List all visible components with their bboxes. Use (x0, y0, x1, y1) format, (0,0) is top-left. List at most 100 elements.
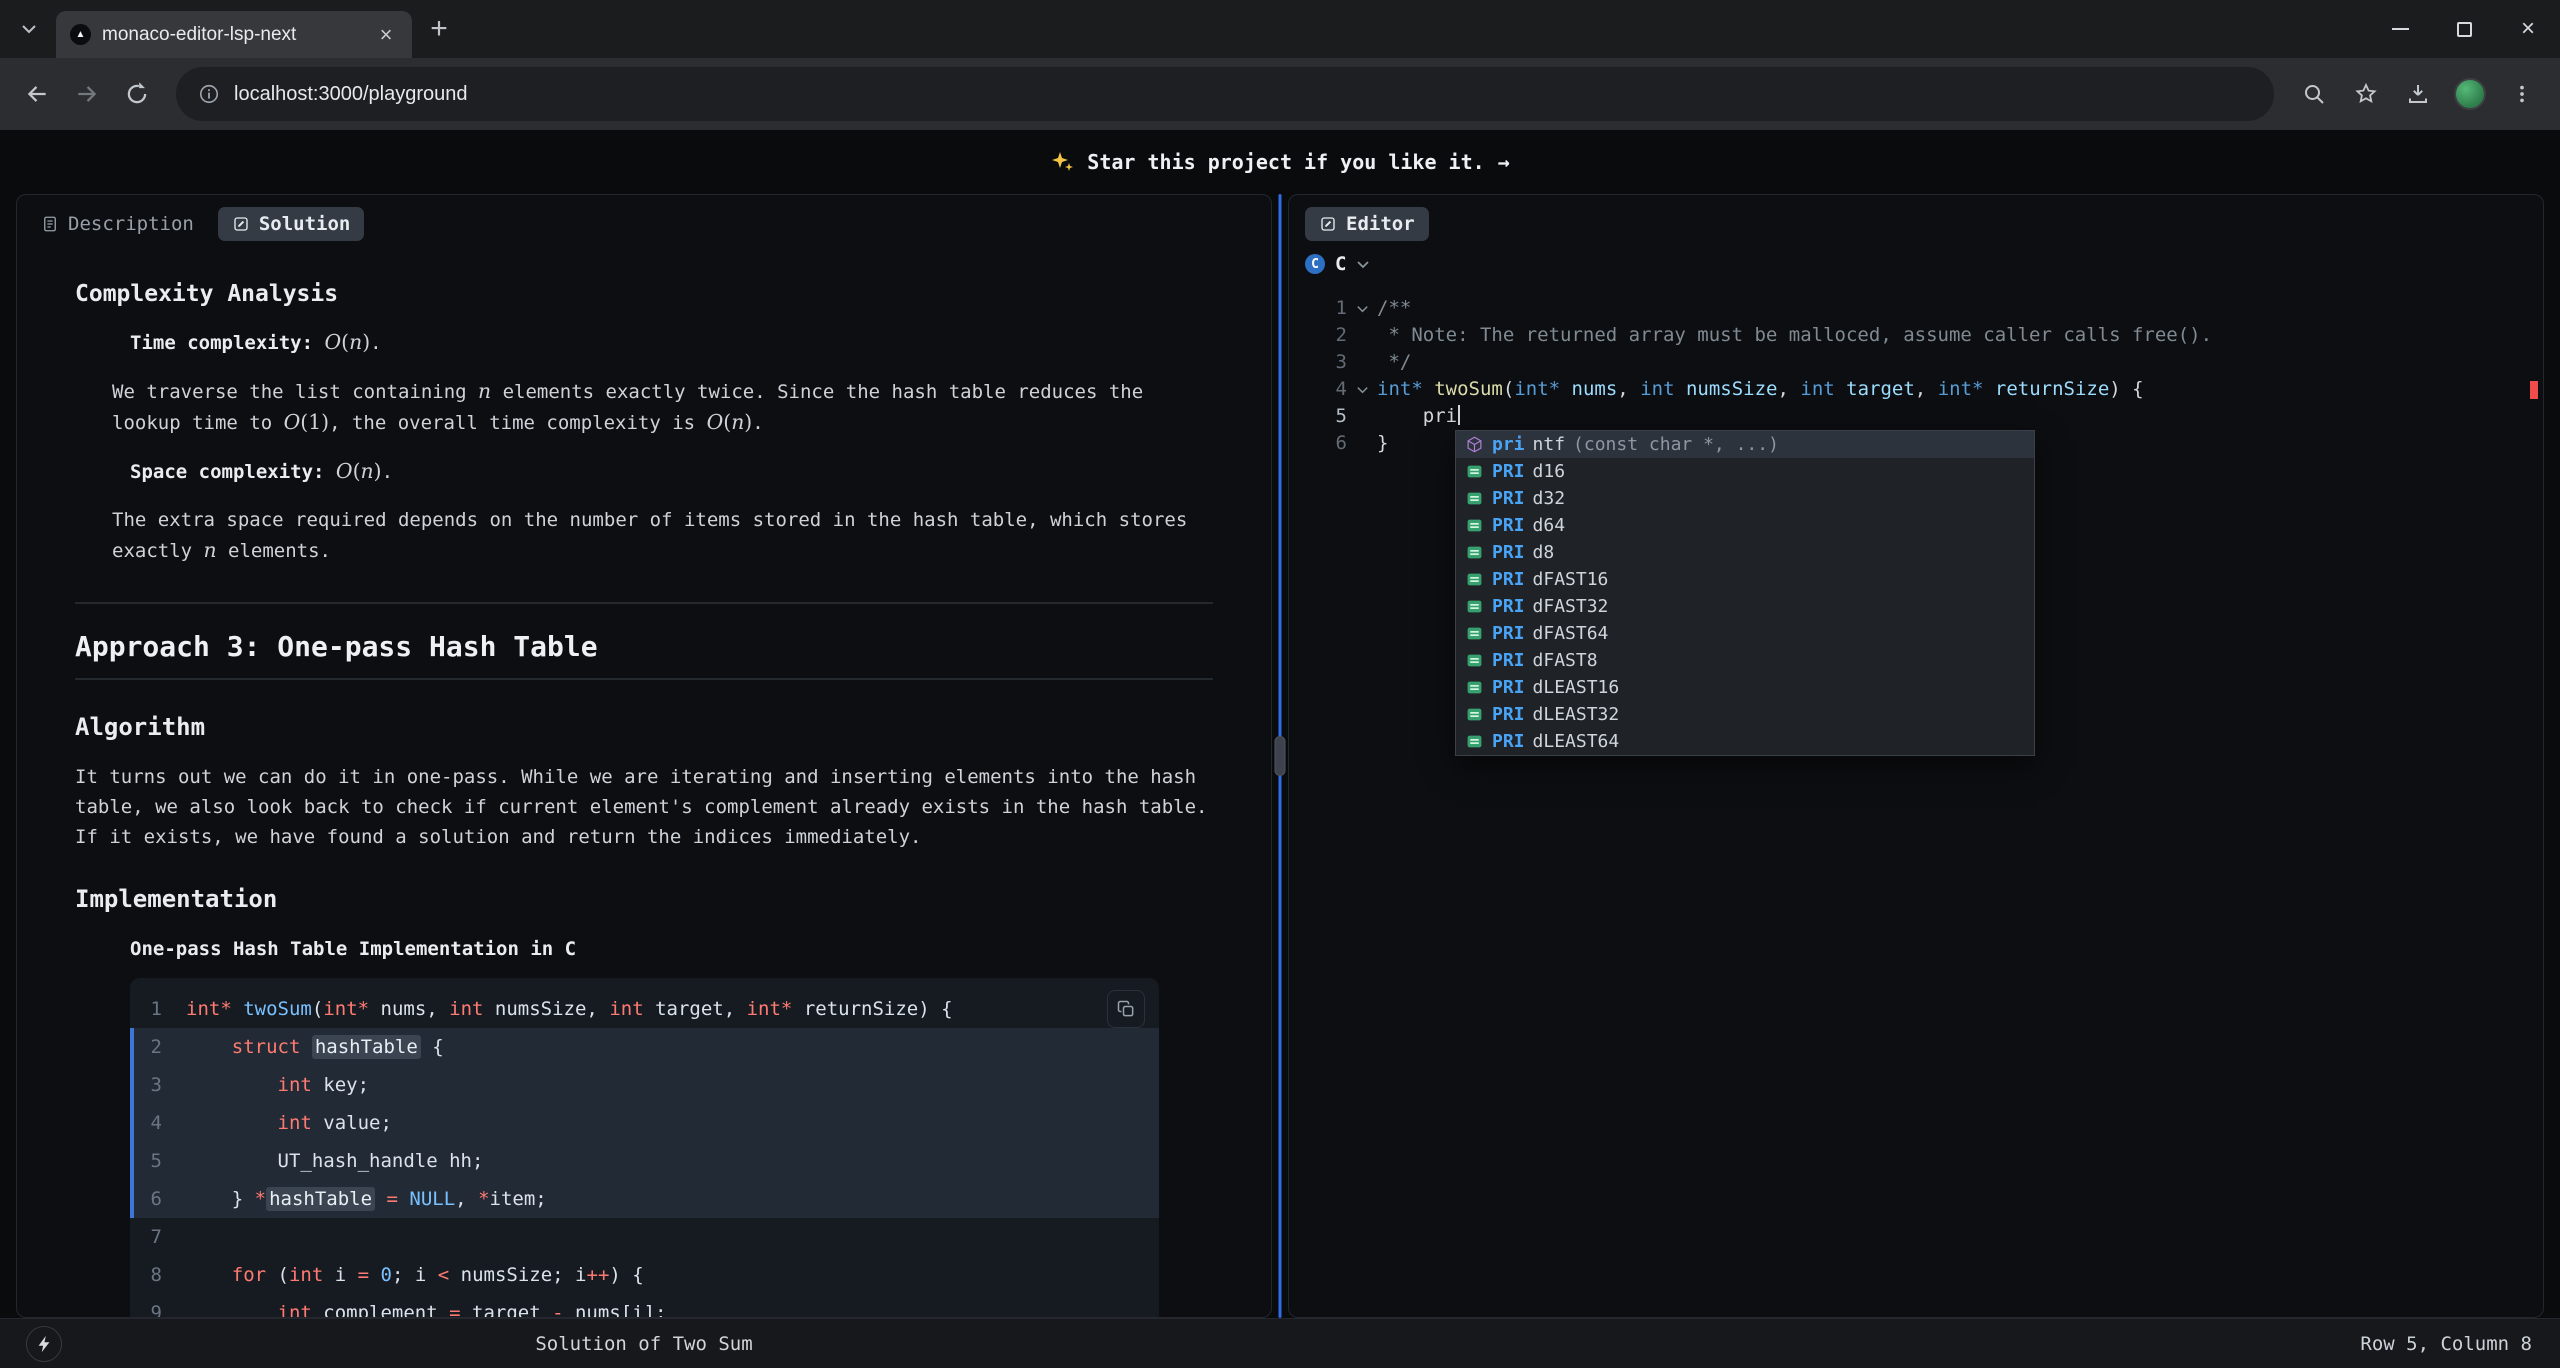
star-project-banner[interactable]: Star this project if you like it. → (0, 130, 2560, 194)
algorithm-paragraph: It turns out we can do it in one-pass. W… (75, 762, 1215, 852)
constant-kind-icon (1465, 462, 1484, 481)
constant-kind-icon (1465, 489, 1484, 508)
constant-kind-icon (1465, 543, 1484, 562)
site-info-icon[interactable] (198, 83, 220, 105)
doc-code-line: 2 struct hashTable { (130, 1028, 1159, 1066)
text-cursor (1458, 405, 1460, 425)
back-button[interactable] (16, 73, 58, 115)
document-icon (41, 215, 59, 233)
panel-resize-divider[interactable] (1272, 194, 1288, 1318)
browser-window: ▲ monaco-editor-lsp-next × + × (0, 0, 2560, 1368)
split-layout: Description Solution Complexity Analysis… (0, 194, 2560, 1318)
editor-line[interactable]: 4int* twoSum(int* nums, int numsSize, in… (1289, 376, 2543, 403)
suggestion-item[interactable]: PRIdLEAST16 (1456, 674, 2034, 701)
editor-line[interactable]: 3 */ (1289, 349, 2543, 376)
fold-chevron-icon[interactable] (1347, 376, 1377, 403)
edit-pencil-icon (1319, 215, 1337, 233)
downloads-button[interactable] (2396, 72, 2440, 116)
suggestion-item[interactable]: PRIdFAST16 (1456, 566, 2034, 593)
tab-close-button[interactable]: × (372, 21, 400, 49)
doc-code-line: 9 int complement = target - nums[i]; (130, 1294, 1159, 1317)
window-controls: × (2368, 0, 2560, 58)
maximize-icon (2457, 22, 2472, 37)
browser-toolbar: localhost:3000/playground (0, 58, 2560, 130)
tab-solution[interactable]: Solution (218, 207, 365, 241)
solution-article: Complexity Analysis Time complexity: O(n… (17, 249, 1271, 1317)
tab-editor[interactable]: Editor (1305, 207, 1429, 241)
monaco-editor[interactable]: 1/**2 * Note: The returned array must be… (1289, 283, 2543, 1317)
close-button[interactable]: × (2496, 0, 2560, 58)
close-icon: × (2521, 17, 2535, 41)
suggestion-item[interactable]: PRIdFAST32 (1456, 593, 2034, 620)
editor-line[interactable]: 1/** (1289, 295, 2543, 322)
tab-editor-label: Editor (1346, 213, 1415, 235)
problem-title: Solution of Two Sum (16, 1333, 1272, 1355)
download-icon (2406, 82, 2430, 106)
suggestion-item[interactable]: PRIdFAST8 (1456, 647, 2034, 674)
description-solution-panel: Description Solution Complexity Analysis… (16, 194, 1272, 1318)
new-tab-button[interactable]: + (418, 8, 460, 50)
suggestion-item[interactable]: PRId16 (1456, 458, 2034, 485)
maximize-button[interactable] (2432, 0, 2496, 58)
address-bar[interactable]: localhost:3000/playground (176, 67, 2274, 121)
doc-code-line: 5 UT_hash_handle hh; (130, 1142, 1159, 1180)
edit-pencil-icon (232, 215, 250, 233)
menu-button[interactable] (2500, 72, 2544, 116)
left-panel-tabs: Description Solution (17, 195, 1271, 249)
doc-code-line: 1int* twoSum(int* nums, int numsSize, in… (130, 990, 1159, 1028)
language-label: C (1335, 253, 1346, 275)
complexity-heading: Complexity Analysis (75, 279, 1213, 309)
time-complexity-line: Time complexity: O(n). (112, 327, 1213, 358)
suggestion-item[interactable]: printf(const char *, ...) (1456, 431, 2034, 458)
tab-title: monaco-editor-lsp-next (102, 24, 361, 46)
doc-code-line: 6 } *hashTable = NULL, *item; (130, 1180, 1159, 1218)
error-marker (2530, 381, 2538, 399)
doc-code-line: 7 (130, 1218, 1159, 1256)
reload-icon (124, 81, 150, 107)
url-text[interactable]: localhost:3000/playground (234, 83, 468, 106)
tab-description[interactable]: Description (33, 207, 202, 241)
doc-code-line: 4 int value; (130, 1104, 1159, 1142)
tab-search-button[interactable] (12, 12, 46, 46)
quick-action-button[interactable] (26, 1326, 62, 1362)
fold-chevron-icon[interactable] (1347, 295, 1377, 322)
suggestion-item[interactable]: PRId8 (1456, 539, 2034, 566)
editor-panel-header: Editor (1289, 195, 2543, 249)
time-complexity-paragraph: We traverse the list containing n elemen… (112, 376, 1192, 438)
minimize-icon (2392, 28, 2409, 30)
constant-kind-icon (1465, 732, 1484, 751)
minimize-button[interactable] (2368, 0, 2432, 58)
language-selector[interactable]: C C (1289, 249, 2543, 283)
tab-strip: ▲ monaco-editor-lsp-next × + × (0, 0, 2560, 58)
arrow-left-icon (24, 81, 50, 107)
forward-button[interactable] (66, 73, 108, 115)
browser-tab[interactable]: ▲ monaco-editor-lsp-next × (56, 11, 412, 58)
editor-line[interactable]: 2 * Note: The returned array must be mal… (1289, 322, 2543, 349)
suggestion-item[interactable]: PRIdLEAST64 (1456, 728, 2034, 755)
editor-panel: Editor C C 1/**2 * Note: The returned ar… (1288, 194, 2544, 1318)
suggestion-item[interactable]: PRIdLEAST32 (1456, 701, 2034, 728)
arrow-right-glyph: → (1498, 150, 1510, 174)
copy-code-button[interactable] (1107, 990, 1145, 1028)
doc-code-lines: 1int* twoSum(int* nums, int numsSize, in… (130, 990, 1159, 1317)
site-favicon-icon: ▲ (70, 24, 91, 45)
approach-heading: Approach 3: One-pass Hash Table (75, 632, 1213, 662)
zoom-button[interactable] (2292, 72, 2336, 116)
editor-line[interactable]: 5 pri (1289, 403, 2543, 430)
star-icon (2354, 82, 2378, 106)
suggestion-item[interactable]: PRId32 (1456, 485, 2034, 512)
lightning-bolt-icon (36, 1335, 52, 1353)
tab-solution-label: Solution (259, 213, 351, 235)
space-complexity-paragraph: The extra space required depends on the … (112, 505, 1192, 566)
magnifier-icon (2302, 82, 2326, 106)
drag-handle[interactable] (1275, 736, 1286, 776)
method-kind-icon (1465, 435, 1484, 454)
reload-button[interactable] (116, 73, 158, 115)
suggestion-item[interactable]: PRIdFAST64 (1456, 620, 2034, 647)
profile-button[interactable] (2448, 72, 2492, 116)
bookmark-button[interactable] (2344, 72, 2388, 116)
status-bar: Solution of Two Sum Row 5, Column 8 (0, 1318, 2560, 1368)
constant-kind-icon (1465, 705, 1484, 724)
arrow-right-icon (74, 81, 100, 107)
suggestion-item[interactable]: PRId64 (1456, 512, 2034, 539)
